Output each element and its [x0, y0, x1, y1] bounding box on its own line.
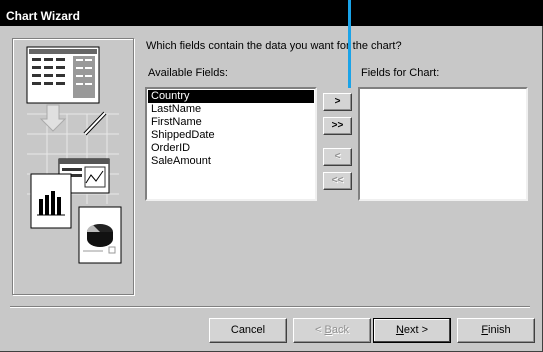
back-button-prefix: <: [315, 324, 325, 336]
list-item[interactable]: ShippedDate: [148, 129, 314, 142]
finish-button[interactable]: Finish: [457, 318, 535, 343]
list-item[interactable]: SaleAmount: [148, 155, 314, 168]
available-fields-label: Available Fields:: [148, 67, 228, 79]
window-title: Chart Wizard: [6, 9, 80, 23]
cancel-button-label: Cancel: [230, 324, 266, 336]
list-item[interactable]: OrderID: [148, 142, 314, 155]
next-button-mnemonic: N: [395, 324, 404, 336]
chart-wizard-dialog: Chart Wizard Which fields contain the da…: [0, 0, 543, 352]
back-button-label: ack: [331, 324, 349, 336]
back-button[interactable]: < Back: [293, 318, 371, 343]
finish-button-label: inish: [488, 324, 511, 336]
cancel-button[interactable]: Cancel: [209, 318, 287, 343]
fields-for-chart-label: Fields for Chart:: [361, 67, 440, 79]
fields-for-chart-list[interactable]: [358, 87, 528, 201]
chart-wizard-illustration-icon: [26, 46, 122, 264]
next-button[interactable]: Next >: [373, 318, 451, 343]
title-bar: Chart Wizard: [0, 0, 543, 26]
available-fields-list[interactable]: Country LastName FirstName ShippedDate O…: [145, 87, 317, 201]
remove-all-fields-button[interactable]: <<: [323, 172, 352, 190]
list-item[interactable]: LastName: [148, 103, 314, 116]
list-item[interactable]: FirstName: [148, 116, 314, 129]
back-button-mnemonic: B: [324, 324, 332, 336]
annotation-pointer-line: [348, 0, 351, 88]
list-item[interactable]: Country: [148, 90, 314, 103]
remove-field-button[interactable]: <: [323, 148, 352, 166]
footer-separator: [10, 306, 530, 308]
add-all-fields-button[interactable]: >>: [323, 117, 352, 135]
instruction-text: Which fields contain the data you want f…: [146, 40, 402, 52]
add-field-button[interactable]: >: [323, 93, 352, 111]
next-button-label: ext >: [403, 324, 429, 336]
wizard-illustration: [12, 38, 134, 295]
